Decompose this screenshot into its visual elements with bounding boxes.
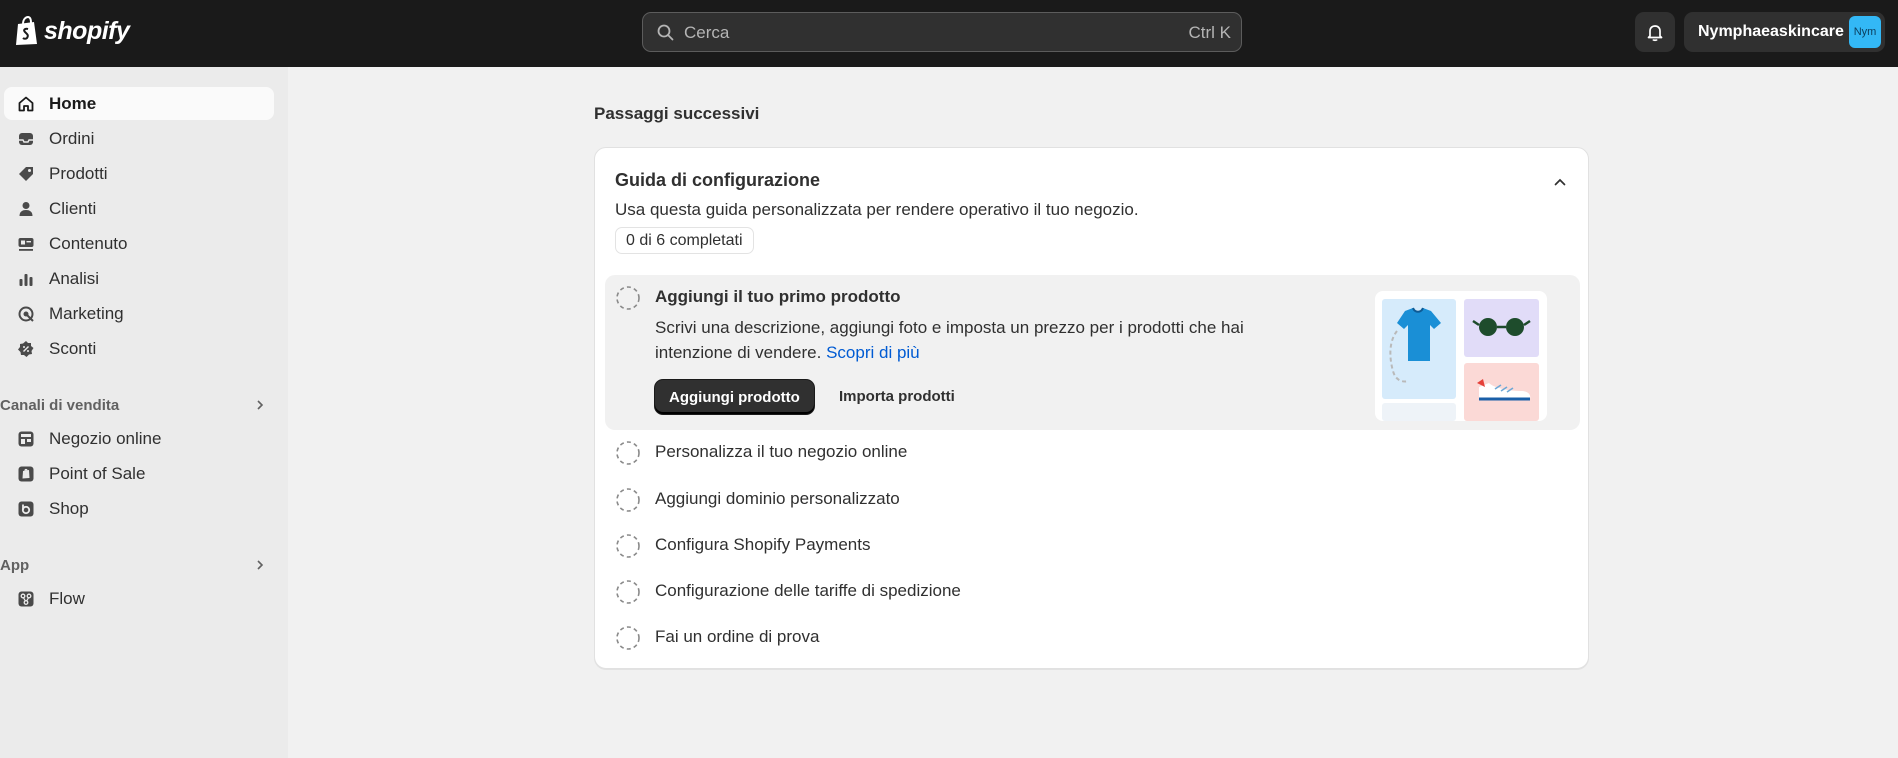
dashed-circle-icon[interactable] [615,625,641,651]
chevron-right-icon [257,400,264,410]
person-icon [16,199,36,219]
sales-channels-header[interactable]: Canali di vendita [0,393,274,419]
store-name: Nymphaeaskincare [1698,23,1844,40]
sidebar-item-label: Marketing [49,304,124,323]
task-add-domain[interactable]: Aggiungi dominio personalizzato [615,483,1515,515]
import-products-button[interactable]: Importa prodotti [839,388,955,405]
sidebar-item-label: Ordini [49,129,95,148]
sidebar-item-label: Shop [49,499,89,518]
task-add-first-product[interactable]: Aggiungi il tuo primo prodotto Scrivi un… [605,275,1580,430]
setup-guide-card: Guida di configurazione Usa questa guida… [594,147,1589,669]
sidebar-item-flow[interactable]: Flow [4,582,274,615]
dashed-circle-icon[interactable] [615,487,641,513]
shop-icon [16,499,36,519]
bell-icon [1647,25,1663,42]
notifications-button[interactable] [1635,12,1675,52]
sidebar-item-home[interactable]: Home [4,87,274,120]
search-bar[interactable]: Cerca Ctrl K [642,12,1242,52]
pos-icon [16,464,36,484]
sidebar-item-point-of-sale[interactable]: Point of Sale [4,457,274,490]
sidebar-item-ordini[interactable]: Ordini [4,122,274,155]
task-label: Personalizza il tuo negozio online [655,442,908,461]
dashed-circle-icon[interactable] [615,533,641,559]
task-label: Fai un ordine di prova [655,627,820,646]
products-illustration [1375,291,1547,421]
home-icon [16,94,36,114]
sidebar-item-marketing[interactable]: Marketing [4,297,274,330]
sidebar-item-negozio-online[interactable]: Negozio online [4,422,274,455]
sidebar-item-label: Flow [49,589,85,608]
sidebar-item-contenuto[interactable]: Contenuto [4,227,274,260]
apps-header[interactable]: App [0,553,274,579]
apps-label: App [0,557,30,574]
task-label: Aggiungi dominio personalizzato [655,489,900,508]
dashed-circle-icon[interactable] [615,440,641,466]
dashed-circle-icon[interactable] [615,285,641,311]
target-icon [16,304,36,324]
task-label: Configurazione delle tariffe di spedizio… [655,581,961,600]
sidebar-item-label: Prodotti [49,164,108,183]
shopify-logo[interactable]: shopify [14,16,130,46]
sidebar-item-label: Negozio online [49,429,162,448]
setup-guide-subtitle: Usa questa guida personalizzata per rend… [615,200,1139,219]
search-placeholder: Cerca [684,23,730,42]
setup-guide-title: Guida di configurazione [615,170,821,190]
chevron-right-icon [257,560,264,570]
task-shopify-payments[interactable]: Configura Shopify Payments [615,529,1515,561]
sidebar-item-prodotti[interactable]: Prodotti [4,157,274,190]
top-bar: shopify Cerca Ctrl K Nymphaeaskincare Ny… [0,0,1898,67]
learn-more-link[interactable]: Scopri di più [826,343,920,362]
tag-icon [16,164,36,184]
store-icon [16,429,36,449]
sidebar: Home Ordini Prodotti Clienti Contenuto A… [0,67,288,758]
store-menu-button[interactable]: Nymphaeaskincare Nym [1684,12,1885,52]
inbox-icon [16,129,36,149]
task-title: Aggiungi il tuo primo prodotto [655,287,901,306]
sidebar-item-shop[interactable]: Shop [4,492,274,525]
task-label: Configura Shopify Payments [655,535,871,554]
add-product-button[interactable]: Aggiungi prodotto [655,380,814,414]
discount-icon [16,339,36,359]
search-icon [657,24,674,41]
sidebar-item-clienti[interactable]: Clienti [4,192,274,225]
sidebar-item-sconti[interactable]: Sconti [4,332,274,365]
sidebar-item-analisi[interactable]: Analisi [4,262,274,295]
task-description-text: Scrivi una descrizione, aggiungi foto e … [655,318,1244,362]
progress-badge: 0 di 6 completati [615,227,754,254]
task-shipping-rates[interactable]: Configurazione delle tariffe di spedizio… [615,575,1515,607]
dashed-circle-icon[interactable] [615,579,641,605]
sidebar-item-label: Clienti [49,199,97,218]
sidebar-item-label: Contenuto [49,234,128,253]
sales-channels-label: Canali di vendita [0,397,120,414]
task-description: Scrivi una descrizione, aggiungi foto e … [655,315,1265,365]
sidebar-item-label: Analisi [49,269,100,288]
task-test-order[interactable]: Fai un ordine di prova [615,621,1515,653]
content-icon [16,234,36,254]
task-customize-store[interactable]: Personalizza il tuo negozio online [615,436,1515,468]
avatar: Nym [1849,16,1881,48]
search-shortcut: Ctrl K [1188,23,1232,42]
shopify-bag-icon [16,16,37,45]
logo-text: shopify [44,16,130,45]
page-title: Passaggi successivi [594,104,760,123]
flow-icon [16,589,36,609]
sidebar-item-label: Sconti [49,339,97,358]
sidebar-item-label: Home [49,94,97,113]
chevron-up-icon[interactable] [1552,174,1568,190]
sidebar-item-label: Point of Sale [49,464,146,483]
bar-chart-icon [16,269,36,289]
